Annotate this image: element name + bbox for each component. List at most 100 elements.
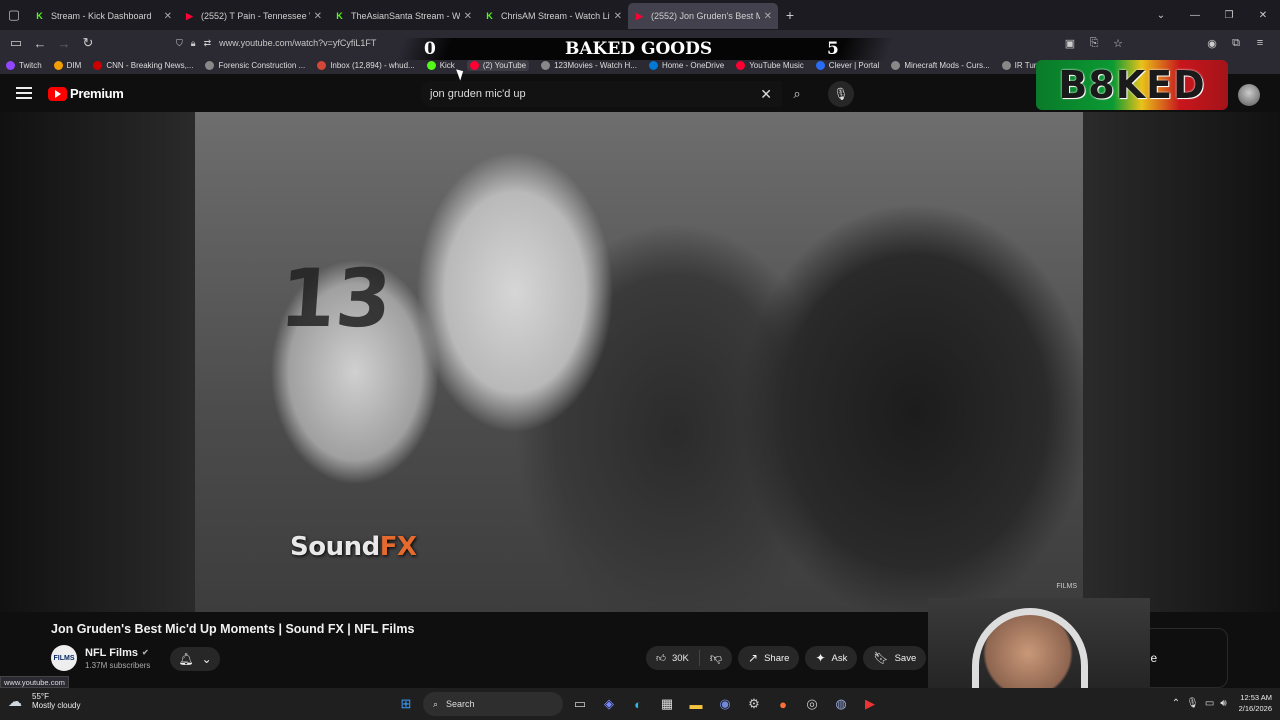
video-frame[interactable]: 13 SoundFX FILMS <box>195 112 1083 612</box>
browser-tab[interactable]: ▶ (2552) T Pain - Tennessee Whis ✕ <box>178 3 328 29</box>
system-tray: ⌃ 🎙︎ ▭ 🔊︎ 12:53 AM 2/16/2026 <box>1172 692 1272 714</box>
account-icon[interactable]: ◉ <box>1200 37 1224 50</box>
close-tab-icon[interactable]: ✕ <box>314 11 322 22</box>
close-tab-icon[interactable]: ✕ <box>614 11 622 22</box>
browser-tab[interactable]: ▶ (2552) Jon Gruden's Best Mic'd ✕ <box>628 3 778 29</box>
bookmark-item[interactable]: CNN - Breaking News,... <box>93 60 193 70</box>
close-tab-icon[interactable]: ✕ <box>464 11 472 22</box>
back-button[interactable]: ← <box>28 36 52 51</box>
close-tab-icon[interactable]: ✕ <box>164 11 172 22</box>
bookmark-item[interactable]: 123Movies - Watch H... <box>541 60 637 70</box>
bookmark-item[interactable]: Clever | Portal <box>815 60 879 70</box>
extensions-icon[interactable]: ⧉ <box>1224 37 1248 50</box>
like-button[interactable]: 👍︎ 30K <box>646 650 700 666</box>
copilot-icon[interactable]: ◈ <box>597 692 621 716</box>
tray-overflow-icon[interactable]: ⌃ <box>1172 698 1180 709</box>
bookmark-item[interactable]: Home - OneDrive <box>648 60 725 70</box>
bookmark-item[interactable]: Inbox (12,894) - whud... <box>317 60 415 70</box>
search-icon[interactable]: ⌕ <box>782 81 812 107</box>
search-input[interactable]: jon gruden mic'd up ✕ <box>420 81 782 107</box>
bookmark-favicon-icon <box>1001 60 1011 70</box>
task-view-icon[interactable]: ▭ <box>568 692 592 716</box>
search-value: jon gruden mic'd up <box>430 88 526 100</box>
channel-avatar[interactable]: FILMS <box>51 645 77 671</box>
restore-button[interactable]: ❐ <box>1212 10 1246 21</box>
clock-time: 12:53 AM <box>1240 693 1272 702</box>
browser-tab[interactable]: K Stream - Kick Dashboard ✕ <box>28 3 178 29</box>
minimize-button[interactable]: — <box>1178 10 1212 21</box>
close-tab-icon[interactable]: ✕ <box>764 11 772 22</box>
network-icon[interactable]: ▭ <box>1205 698 1214 709</box>
edge-icon[interactable]: ◐ <box>626 692 650 716</box>
firefox-icon[interactable]: ● <box>771 692 795 716</box>
channel-name[interactable]: NFL Films <box>85 647 138 659</box>
bookmark-item[interactable]: Minecraft Mods - Curs... <box>891 60 990 70</box>
bookmark-favicon-icon <box>541 60 551 70</box>
bookmark-icon: 🔖︎ <box>873 651 889 665</box>
obs-icon[interactable]: ◎ <box>800 692 824 716</box>
new-tab-button[interactable]: + <box>778 7 802 23</box>
share-button[interactable]: ↗ Share <box>738 646 800 670</box>
clock[interactable]: 12:53 AM 2/16/2026 <box>1239 692 1272 714</box>
youtube-logo[interactable]: Premium <box>48 86 124 101</box>
ask-button[interactable]: ✦ Ask <box>805 646 858 670</box>
settings-icon[interactable]: ⚙ <box>742 692 766 716</box>
browser-tab[interactable]: K ChrisAM Stream - Watch Live o ✕ <box>478 3 628 29</box>
sidebar-toggle-icon[interactable]: ▭ <box>4 35 28 51</box>
tab-title: TheAsianSanta Stream - Watch <box>351 11 460 21</box>
mic-tray-icon[interactable]: 🎙︎ <box>1186 698 1199 709</box>
microphone-icon[interactable]: 🎙︎ <box>828 81 854 107</box>
taskbar-search[interactable]: ⌕ Search <box>423 692 563 716</box>
bookmark-label: Forensic Construction ... <box>218 60 306 70</box>
dislike-button[interactable]: 👎︎ <box>700 651 732 666</box>
thumbs-down-icon: 👎︎ <box>709 650 723 665</box>
weather-widget[interactable]: ☁ 55°F Mostly cloudy <box>8 692 80 710</box>
video-title: Jon Gruden's Best Mic'd Up Moments | Sou… <box>51 622 415 636</box>
hamburger-menu-icon[interactable] <box>16 87 32 99</box>
browser-tab[interactable]: K TheAsianSanta Stream - Watch ✕ <box>328 3 478 29</box>
bookmark-label: (2) YouTube <box>482 60 527 70</box>
soundfx-watermark: SoundFX <box>290 532 417 562</box>
bookmark-item[interactable]: YouTube Music <box>736 60 804 70</box>
weather-desc: Mostly cloudy <box>32 701 81 710</box>
store-icon[interactable]: ▦ <box>655 692 679 716</box>
close-window-button[interactable]: ✕ <box>1246 10 1280 21</box>
url-text: www.youtube.com/watch?v=yfCyfiL1FT <box>219 38 377 48</box>
bookmark-item[interactable]: Kick <box>426 60 455 70</box>
bookmark-item[interactable]: DIM <box>53 60 81 70</box>
nfl-films-corner-mark: FILMS <box>1056 583 1077 590</box>
notification-bell-button[interactable]: 🔔︎ ⌄ <box>170 647 220 671</box>
window-controls: ⌄ — ❐ ✕ <box>1144 0 1280 30</box>
start-icon[interactable]: ⊞ <box>394 692 418 716</box>
reload-button[interactable]: ↻ <box>76 35 100 51</box>
video-player[interactable]: 13 SoundFX FILMS <box>0 112 1280 612</box>
share-label: Share <box>764 652 790 664</box>
address-bar[interactable]: ⛉ 🔒︎ ⇄ www.youtube.com/watch?v=yfCyfiL1F… <box>176 32 1136 54</box>
steam-icon[interactable]: ◍ <box>829 692 853 716</box>
reader-view-icon[interactable]: ▣ <box>1058 37 1082 50</box>
menu-icon[interactable]: ≡ <box>1248 37 1272 49</box>
avatar[interactable] <box>1238 84 1260 106</box>
bookmark-star-icon[interactable]: ☆ <box>1106 37 1130 50</box>
search-icon: ⌕ <box>433 698 439 709</box>
bookmark-item[interactable]: Forensic Construction ... <box>205 60 306 70</box>
bookmark-item[interactable]: (2) YouTube <box>466 59 530 71</box>
screenshot-icon[interactable]: ⎘ <box>1082 37 1106 50</box>
tab-list-icon[interactable]: ▢ <box>0 0 28 30</box>
clear-search-icon[interactable]: ✕ <box>760 86 772 103</box>
tab-overflow-icon[interactable]: ⌄ <box>1144 10 1178 21</box>
file-explorer-icon[interactable]: ▬ <box>684 692 708 716</box>
bookmark-label: Home - OneDrive <box>661 60 725 70</box>
thumbs-up-icon: 👍︎ <box>656 653 666 664</box>
tab-title: (2552) T Pain - Tennessee Whis <box>201 11 310 21</box>
forward-button[interactable]: → <box>52 36 76 51</box>
headset-shape <box>972 608 1088 698</box>
volume-icon[interactable]: 🔊︎ <box>1220 698 1226 709</box>
tab-title: Stream - Kick Dashboard <box>51 11 152 21</box>
bookmark-item[interactable]: Twitch <box>6 60 42 70</box>
media-player-icon[interactable]: ▶ <box>858 692 882 716</box>
discord-icon[interactable]: ◉ <box>713 692 737 716</box>
save-button[interactable]: 🔖︎ Save <box>863 646 927 670</box>
bookmark-label: YouTube Music <box>749 60 804 70</box>
bookmark-label: Kick <box>439 60 455 70</box>
